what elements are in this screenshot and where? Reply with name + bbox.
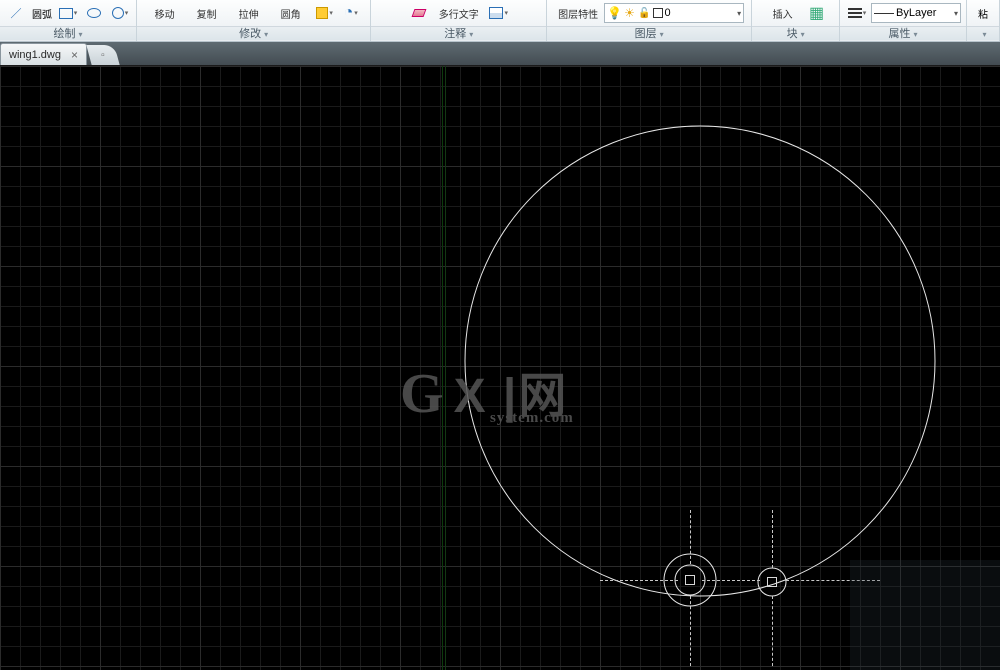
fillet-button[interactable]: 圆角: [271, 1, 311, 25]
crosshair-segment: [772, 510, 773, 568]
plus-icon: ▫: [101, 50, 105, 61]
ribbon-toolbar: ／ 圆弧 ▾ ▾ 绘制 移动 复制 拉伸 圆角 ▾ ◔▾ 修改 多行文字 ▾ 注…: [0, 0, 1000, 42]
ribbon-group-draw: ／ 圆弧 ▾ ▾ 绘制: [0, 0, 137, 41]
color-fill-button[interactable]: ▾: [313, 2, 337, 24]
line-tool-button[interactable]: ／: [4, 2, 28, 24]
color-icon: [316, 7, 328, 19]
modify-extra-button[interactable]: ◔▾: [339, 2, 363, 24]
ribbon-label-properties: 属性: [840, 26, 966, 40]
circle-tool-button[interactable]: ▾: [108, 2, 132, 24]
table-icon: [489, 7, 503, 19]
ribbon-label-block: 块: [752, 26, 839, 40]
table-button[interactable]: ▾: [487, 2, 511, 24]
eraser-icon: [411, 9, 426, 17]
linetype-selector-dropdown[interactable]: ByLayer ▾: [871, 3, 961, 23]
lock-icon: 🔓: [638, 8, 650, 19]
selection-highlight-area: [850, 560, 1000, 670]
erase-button[interactable]: [407, 2, 431, 24]
sun-icon: ☀: [624, 7, 636, 19]
close-tab-button[interactable]: ×: [71, 48, 78, 62]
ribbon-label-modify: 修改: [137, 26, 370, 40]
ribbon-group-layers: 图层特性 💡 ☀ 🔓 0 ▾ 图层: [547, 0, 752, 41]
ribbon-group-block: 插入 ▦ 块: [752, 0, 840, 41]
ribbon-label-draw: 绘制: [0, 26, 136, 40]
arc-tool-button[interactable]: 圆弧: [30, 2, 54, 24]
new-tab-button[interactable]: ▫: [86, 45, 119, 65]
ellipse-icon: [87, 8, 101, 18]
crosshair-segment: [690, 510, 691, 564]
move-button[interactable]: 移动: [145, 1, 185, 25]
list-icon: [848, 12, 862, 14]
copy-button[interactable]: 复制: [187, 1, 227, 25]
cursor-pickbox: [685, 575, 695, 585]
stretch-button[interactable]: 拉伸: [229, 1, 269, 25]
lightbulb-icon: 💡: [607, 6, 622, 20]
ribbon-group-overflow: 粘: [967, 0, 1000, 41]
ribbon-group-annotate: 多行文字 ▾ 注释: [371, 0, 547, 41]
crosshair-segment: [702, 580, 760, 581]
ribbon-label-layers: 图层: [547, 26, 751, 40]
file-tab-title: wing1.dwg: [9, 49, 61, 61]
layer-name: 0: [665, 7, 671, 19]
crosshair-segment: [600, 580, 678, 581]
cursor-pickbox: [767, 577, 777, 587]
ribbon-group-properties: ▾ ByLayer ▾ 属性: [840, 0, 967, 41]
mtext-button[interactable]: 多行文字: [433, 1, 485, 25]
block-edit-button[interactable]: ▦: [805, 2, 829, 24]
drawing-viewport[interactable]: G X |网 system.com: [0, 66, 1000, 670]
ellipse-tool-button[interactable]: [82, 2, 106, 24]
file-tab-active[interactable]: wing1.dwg ×: [0, 43, 87, 65]
insert-block-button[interactable]: 插入: [763, 1, 803, 25]
ribbon-group-modify: 移动 复制 拉伸 圆角 ▾ ◔▾ 修改: [137, 0, 371, 41]
circle-icon: [112, 7, 124, 19]
linetype-preview-icon: [874, 13, 894, 14]
chevron-down-icon: ▾: [954, 9, 958, 18]
chevron-down-icon: ▾: [737, 9, 741, 18]
watermark-letter: G: [400, 362, 446, 426]
ribbon-label-annotate: 注释: [371, 26, 546, 40]
rectangle-tool-button[interactable]: ▾: [56, 2, 80, 24]
ribbon-label-overflow: [967, 26, 999, 40]
rectangle-icon: [59, 8, 73, 19]
layer-color-swatch: [653, 8, 663, 18]
crosshair-segment: [690, 596, 691, 666]
document-tab-bar: wing1.dwg × ▫: [0, 42, 1000, 66]
watermark: G X |网 system.com: [400, 356, 568, 426]
overflow-button[interactable]: 粘: [971, 2, 995, 24]
linetype-value: ByLayer: [896, 7, 936, 19]
properties-list-button[interactable]: ▾: [845, 2, 869, 24]
crosshair-segment: [772, 596, 773, 666]
watermark-subtext: system.com: [490, 410, 574, 427]
layer-properties-button[interactable]: 图层特性: [554, 1, 602, 25]
layer-selector-dropdown[interactable]: 💡 ☀ 🔓 0 ▾: [604, 3, 744, 23]
